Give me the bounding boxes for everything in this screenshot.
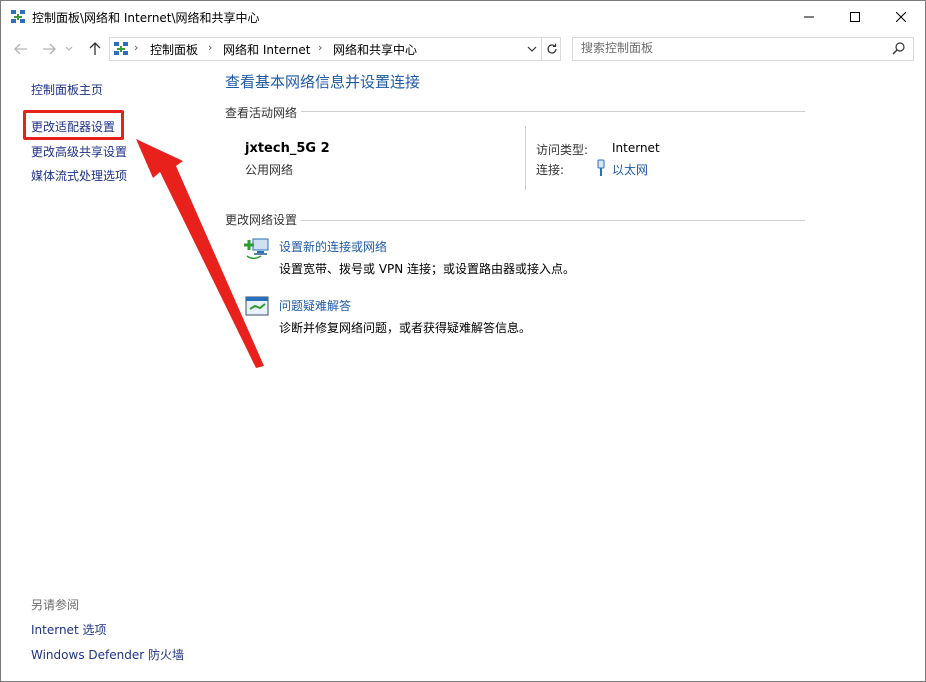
forward-button[interactable] [39, 39, 59, 59]
up-button[interactable] [85, 39, 105, 59]
breadcrumb-network-internet[interactable]: 网络和 Internet [223, 41, 310, 58]
network-name: jxtech_5G 2 [245, 141, 330, 156]
search-box[interactable] [572, 37, 914, 61]
ethernet-connection-link[interactable]: 以太网 [612, 161, 648, 178]
minimize-button[interactable] [786, 1, 832, 33]
section-divider [225, 111, 805, 112]
window-title: 控制面板\网络和 Internet\网络和共享中心 [32, 11, 260, 25]
connections-label: 连接: [536, 163, 565, 177]
maximize-button[interactable] [832, 1, 878, 33]
setup-new-connection-description: 设置宽带、拨号或 VPN 连接；或设置路由器或接入点。 [279, 262, 576, 276]
search-icon[interactable] [891, 41, 907, 57]
network-profile[interactable]: 公用网络 [245, 161, 293, 178]
navigation-bar: › 控制面板 › 网络和 Internet › 网络和共享中心 [1, 35, 925, 63]
see-also-title: 另请参阅 [31, 598, 80, 612]
new-connection-icon [244, 238, 269, 259]
breadcrumb-separator: › [208, 41, 213, 54]
close-button[interactable] [878, 1, 924, 33]
change-adapter-settings-link[interactable]: 更改适配器设置 [31, 118, 115, 135]
breadcrumb-network-sharing-center[interactable]: 网络和共享中心 [333, 41, 417, 58]
chevron-down-icon [65, 46, 73, 51]
access-type-label: 访问类型: [536, 143, 589, 157]
setup-new-connection-link[interactable]: 设置新的连接或网络 [279, 238, 387, 255]
breadcrumb-separator: › [134, 41, 139, 54]
refresh-button[interactable] [541, 38, 562, 60]
internet-options-link[interactable]: Internet 选项 [31, 621, 106, 638]
minimize-icon [804, 16, 814, 18]
network-sharing-center-window: 控制面板\网络和 Internet\网络和共享中心 › 控制面板 › 网络和 I… [0, 0, 926, 682]
back-button[interactable] [11, 39, 31, 59]
arrow-up-icon [89, 42, 101, 55]
network-icon [11, 10, 25, 23]
refresh-icon [547, 43, 557, 54]
close-icon [896, 12, 906, 22]
chevron-down-icon [527, 46, 537, 52]
address-dropdown-button[interactable] [524, 41, 540, 57]
change-advanced-sharing-link[interactable]: 更改高级共享设置 [31, 143, 127, 160]
vertical-divider [525, 126, 526, 190]
title-bar[interactable]: 控制面板\网络和 Internet\网络和共享中心 [1, 1, 925, 33]
control-panel-home-link[interactable]: 控制面板主页 [31, 81, 103, 98]
breadcrumb-control-panel[interactable]: 控制面板 [150, 41, 198, 58]
arrow-right-icon [43, 43, 56, 55]
section-divider [225, 220, 805, 221]
ethernet-icon [597, 159, 605, 176]
troubleshoot-icon [245, 296, 269, 316]
page-title: 查看基本网络信息并设置连接 [225, 73, 421, 91]
arrow-left-icon [14, 43, 27, 55]
windows-defender-firewall-link[interactable]: Windows Defender 防火墙 [31, 646, 184, 663]
media-streaming-options-link[interactable]: 媒体流式处理选项 [31, 167, 127, 184]
maximize-icon [850, 12, 860, 22]
change-network-settings-label: 更改网络设置 [225, 211, 302, 228]
recent-locations-button[interactable] [63, 39, 75, 59]
breadcrumb-separator: › [318, 41, 323, 54]
access-type-value: Internet [612, 141, 660, 155]
search-input[interactable] [581, 41, 881, 55]
address-bar[interactable]: › 控制面板 › 网络和 Internet › 网络和共享中心 [109, 37, 561, 61]
active-networks-label: 查看活动网络 [225, 104, 302, 121]
troubleshoot-problems-link[interactable]: 问题疑难解答 [279, 297, 351, 314]
troubleshoot-problems-description: 诊断并修复网络问题，或者获得疑难解答信息。 [279, 321, 532, 335]
network-icon [114, 42, 128, 55]
